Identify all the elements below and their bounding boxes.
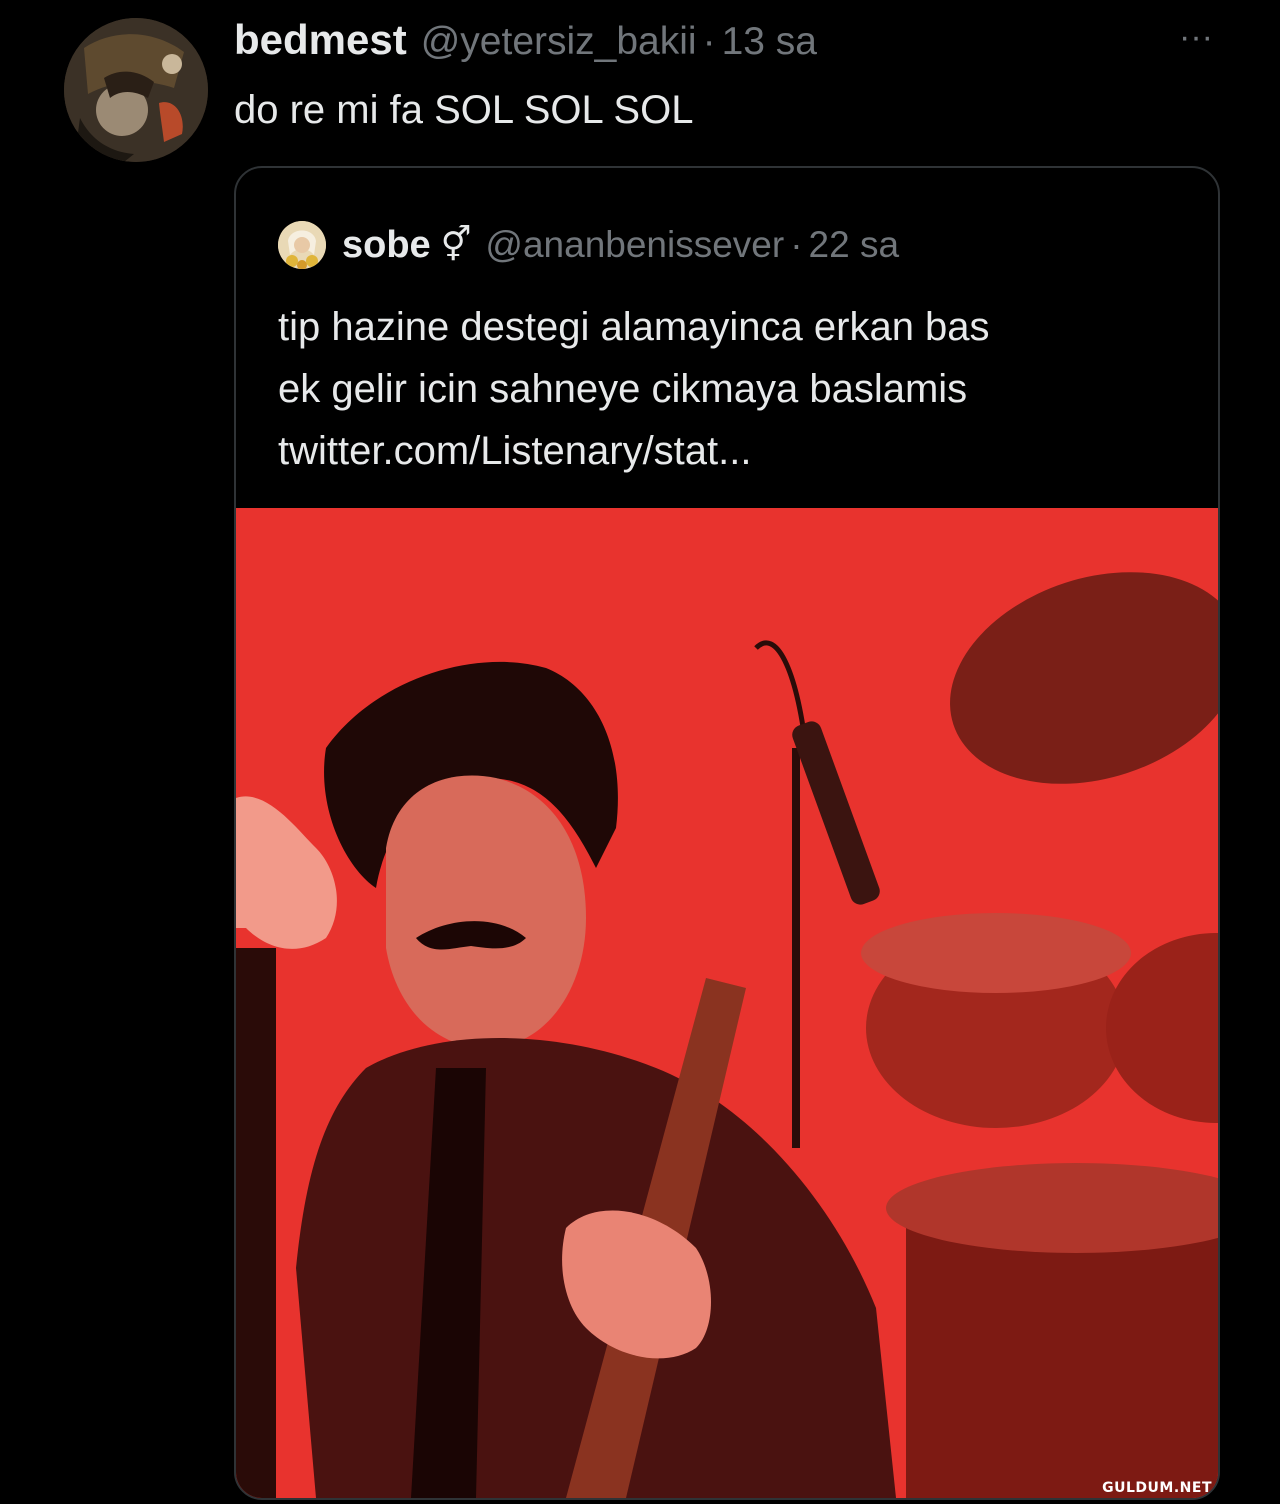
quoted-separator-dot: · bbox=[790, 224, 803, 265]
bass-player-photo bbox=[236, 508, 1218, 1498]
quoted-timestamp[interactable]: 22 sa bbox=[809, 224, 900, 266]
quoted-avatar-image bbox=[278, 221, 326, 269]
more-options-icon[interactable]: ··· bbox=[1166, 20, 1226, 54]
avatar-image bbox=[64, 18, 208, 162]
timestamp[interactable]: 13 sa bbox=[722, 16, 817, 68]
watermark: GULDUM.NET bbox=[1102, 1480, 1212, 1496]
separator-dot: · bbox=[702, 20, 716, 63]
quoted-avatar[interactable] bbox=[278, 221, 326, 269]
gender-symbol-icon: ⚥ bbox=[440, 226, 472, 264]
display-name[interactable]: bedmest bbox=[234, 14, 407, 66]
avatar[interactable] bbox=[64, 18, 208, 162]
quoted-media-image[interactable]: GULDUM.NET bbox=[236, 508, 1218, 1498]
tweet[interactable]: bedmest @yetersiz_bakii · 13 sa ··· do r… bbox=[0, 0, 1280, 1504]
tweet-text: do re mi fa SOL SOL SOL bbox=[234, 88, 694, 132]
user-handle[interactable]: @yetersiz_bakii bbox=[421, 16, 697, 68]
quoted-tweet-header: sobe ⚥ @ananbenissever · 22 sa bbox=[278, 220, 899, 270]
quoted-tweet-text: tip hazine destegi alamayinca erkan bas … bbox=[278, 305, 990, 473]
quoted-user-handle[interactable]: @ananbenissever bbox=[485, 224, 784, 266]
quoted-display-name[interactable]: sobe bbox=[342, 224, 431, 267]
tweet-header: bedmest @yetersiz_bakii · 13 sa bbox=[234, 14, 817, 66]
quoted-tweet[interactable]: sobe ⚥ @ananbenissever · 22 sa tip hazin… bbox=[234, 166, 1220, 1500]
